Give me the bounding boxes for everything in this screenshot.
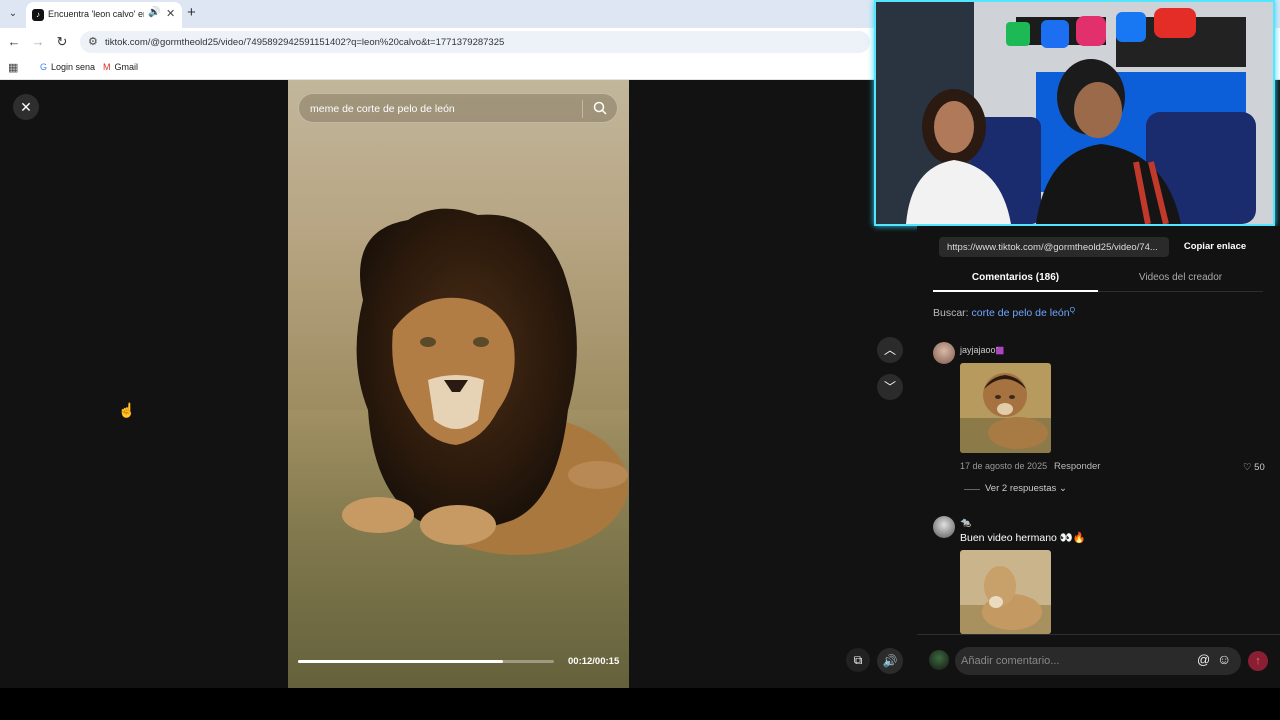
mouse-cursor-icon: ☝ — [118, 402, 136, 418]
volume-icon[interactable]: 🔊 — [877, 648, 903, 674]
forward-icon[interactable]: → — [30, 34, 46, 49]
taskbar-band — [0, 688, 1280, 720]
related-search-link[interactable]: corte de pelo de león — [972, 307, 1070, 319]
new-tab-icon[interactable]: + — [187, 4, 196, 21]
video-link-text: https://www.tiktok.com/@gormtheold25/vid… — [947, 242, 1158, 253]
close-video-button[interactable]: ✕ — [13, 94, 39, 120]
bookmark-label: Gmail — [114, 62, 139, 72]
search-sup-icon: Q — [1069, 307, 1076, 314]
mention-icon[interactable]: @ — [1197, 652, 1210, 667]
video-search-text: meme de corte de pelo de león — [310, 103, 455, 115]
video-time: 00:12/00:15 — [568, 656, 620, 667]
webcam-picture — [876, 2, 1273, 224]
comment-username[interactable]: 🐀 — [960, 517, 971, 528]
like-button[interactable]: ♡ 50 — [1243, 462, 1265, 473]
screen: ⌄ ♪ Encuentra 'leon calvo' en TikTok 🔊 ✕… — [0, 0, 1280, 720]
view-replies-button[interactable]: Ver 2 respuestas ⌄ — [985, 483, 1067, 494]
next-video-button[interactable]: ﹀ — [877, 374, 903, 400]
related-search: Buscar: corte de pelo de leónQ — [933, 307, 1075, 319]
close-tab-icon[interactable]: ✕ — [166, 7, 175, 20]
speaker-icon[interactable]: 🔊 — [148, 7, 160, 18]
comment-input[interactable]: Añadir comentario... @ ☺ — [955, 647, 1241, 675]
replies-line — [964, 489, 980, 490]
comment-date: 17 de agosto de 2025 — [960, 461, 1048, 471]
comment-sticker-image[interactable] — [960, 363, 1051, 453]
comment-username-text: jayjajaoo — [960, 345, 996, 355]
gmail-icon: M — [103, 62, 111, 72]
back-icon[interactable]: ← — [6, 34, 22, 49]
video-link-box[interactable]: https://www.tiktok.com/@gormtheold25/vid… — [939, 237, 1169, 257]
bookmark-gmail[interactable]: M Gmail — [103, 62, 138, 72]
bookmark-label: Login sena — [51, 62, 96, 72]
browser-tab[interactable]: ♪ Encuentra 'leon calvo' en TikTok 🔊 ✕ — [26, 2, 182, 28]
reload-icon[interactable]: ↻ — [54, 34, 70, 50]
bookmark-login-sena[interactable]: G Login sena — [40, 62, 95, 72]
comment-sticker-image[interactable] — [960, 550, 1051, 634]
user-badge: 🟪 — [995, 348, 1005, 355]
streamer-webcam-overlay — [874, 0, 1275, 226]
send-button[interactable]: ↑ — [1248, 651, 1268, 671]
video-progress-fill — [298, 660, 503, 663]
video-search-bar[interactable]: meme de corte de pelo de león — [298, 93, 618, 123]
comment-text: Buen video hermano 👀🔥 — [960, 532, 1086, 544]
address-bar[interactable]: ⚙ tiktok.com/@gormtheold25/video/7495892… — [80, 31, 870, 53]
view-replies-label: Ver 2 respuestas — [985, 483, 1057, 494]
panel-tabs: Comentarios (186) Videos del creador — [933, 264, 1263, 292]
active-tab-underline — [933, 290, 1098, 292]
comment-placeholder: Añadir comentario... — [961, 655, 1060, 667]
site-info-icon[interactable]: ⚙ — [88, 35, 98, 48]
lioness-sticker — [960, 550, 1051, 634]
copy-link-button[interactable]: Copiar enlace — [1175, 237, 1255, 257]
emoji-icon[interactable]: ☺ — [1217, 651, 1231, 667]
avatar — [929, 650, 949, 670]
tab-search-icon[interactable]: ⌄ — [5, 6, 21, 22]
tiktok-favicon-icon: ♪ — [32, 9, 44, 21]
avatar[interactable] — [933, 342, 955, 364]
search-divider — [582, 100, 583, 118]
search-icon[interactable] — [592, 100, 608, 116]
tab-title: Encuentra 'leon calvo' en TikTok — [48, 9, 144, 19]
previous-video-button[interactable]: ︿ — [877, 337, 903, 363]
chevron-down-icon: ⌄ — [1058, 483, 1067, 494]
url-text: tiktok.com/@gormtheold25/video/749589294… — [105, 37, 505, 48]
comment-input-bar: Añadir comentario... @ ☺ ↑ — [917, 634, 1280, 688]
video-progress-bar[interactable] — [298, 660, 554, 663]
floating-player-icon[interactable]: ⧉ — [846, 648, 870, 672]
heart-icon: ♡ — [1243, 462, 1252, 473]
avatar[interactable] — [933, 516, 955, 538]
like-count: 50 — [1254, 462, 1265, 473]
reply-button[interactable]: Responder — [1054, 461, 1100, 472]
video-player[interactable]: meme de corte de pelo de león 00:12/00:1… — [288, 80, 629, 688]
bald-lion-sticker — [960, 363, 1051, 453]
related-search-label: Buscar: — [933, 307, 969, 319]
tab-creator-videos[interactable]: Videos del creador — [1098, 272, 1263, 283]
lion-video-frame — [288, 208, 629, 688]
apps-grid-icon[interactable]: ▦ — [8, 61, 18, 74]
google-icon: G — [40, 62, 48, 72]
comment-username[interactable]: jayjajaoo🟪 — [960, 345, 1004, 355]
comments-panel: https://www.tiktok.com/@gormtheold25/vid… — [917, 226, 1280, 688]
tab-comments[interactable]: Comentarios (186) — [933, 272, 1098, 283]
